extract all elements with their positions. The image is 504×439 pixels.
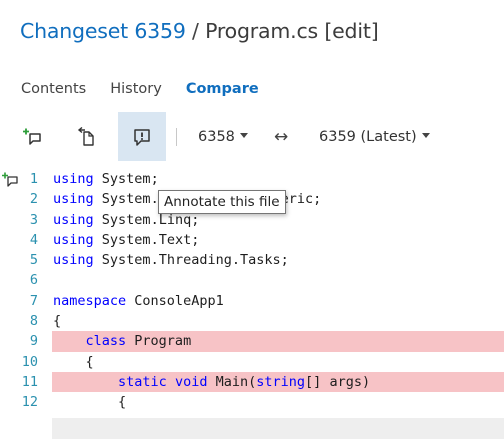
code-line: 8{ (0, 311, 504, 331)
from-version-label: 6358 (198, 129, 235, 145)
line-text: using System.Threading.Tasks; (53, 252, 289, 269)
line-number: 1 (29, 171, 38, 187)
line-text: { (53, 353, 94, 370)
code-line: 7 namespace ConsoleApp1 (0, 291, 504, 311)
code-line: 9 class Program (0, 331, 504, 352)
line-text: namespace ConsoleApp1 (53, 292, 224, 309)
line-text: class Program (52, 331, 504, 352)
annotate-tooltip: Annotate this file (158, 190, 286, 214)
line-text: { (53, 313, 62, 330)
to-version-dropdown[interactable]: 6359 (Latest) (319, 126, 430, 148)
line-number: 12 (21, 394, 38, 411)
code-line: 5 using System.Threading.Tasks; (0, 250, 504, 270)
changeset-link[interactable]: Changeset 6359 (20, 19, 186, 43)
annotate-button[interactable] (118, 112, 166, 161)
line-text: using System; (53, 171, 159, 187)
go-to-file-button[interactable] (63, 112, 111, 161)
tab-contents[interactable]: Contents (21, 78, 86, 100)
file-title: Program.cs [edit] (205, 19, 379, 43)
line-number: 8 (29, 313, 38, 330)
line-text: using System.Text; (53, 231, 200, 248)
chevron-down-icon (239, 132, 248, 138)
line-number: 2 (29, 191, 38, 208)
add-comment-icon (23, 128, 41, 145)
breadcrumb-separator: / (185, 19, 206, 43)
line-text: { (53, 394, 127, 411)
code-line: 4 using System.Text; (0, 230, 504, 250)
toolbar-divider (176, 128, 177, 146)
line-number: 4 (29, 231, 38, 248)
annotate-icon (134, 128, 150, 146)
compare-toolbar: 6358 ↔ 6359 (Latest) (0, 112, 504, 161)
line-number: 7 (29, 292, 38, 309)
from-version-dropdown[interactable]: 6358 (198, 126, 248, 148)
code-line: 11 static void Main(string[] args) (0, 371, 504, 393)
code-line: 10 { (0, 352, 504, 372)
tab-compare[interactable]: Compare (186, 78, 259, 100)
code-line: 1 using System; (0, 169, 504, 189)
go-to-file-icon (77, 126, 94, 146)
line-number: 10 (21, 353, 38, 370)
add-comment-button[interactable] (9, 112, 57, 161)
line-text (52, 270, 504, 290)
line-number: 9 (29, 333, 38, 350)
breadcrumb: Changeset 6359 / Program.cs [edit] (20, 14, 379, 48)
horizontal-scrollbar[interactable] (52, 418, 504, 439)
swap-versions-button[interactable]: ↔ (274, 126, 288, 148)
line-number: 11 (21, 373, 38, 390)
code-line: 12 { (0, 392, 504, 412)
line-number: 6 (29, 272, 38, 289)
tab-history[interactable]: History (110, 78, 162, 100)
line-number: 5 (29, 252, 38, 269)
view-tabs: Contents History Compare (21, 78, 283, 100)
chevron-down-icon (421, 132, 430, 138)
line-text: static void Main(string[] args) (52, 371, 504, 393)
line-number: 3 (29, 211, 38, 228)
code-line: 6 (0, 270, 504, 290)
to-version-label: 6359 (Latest) (319, 129, 417, 145)
